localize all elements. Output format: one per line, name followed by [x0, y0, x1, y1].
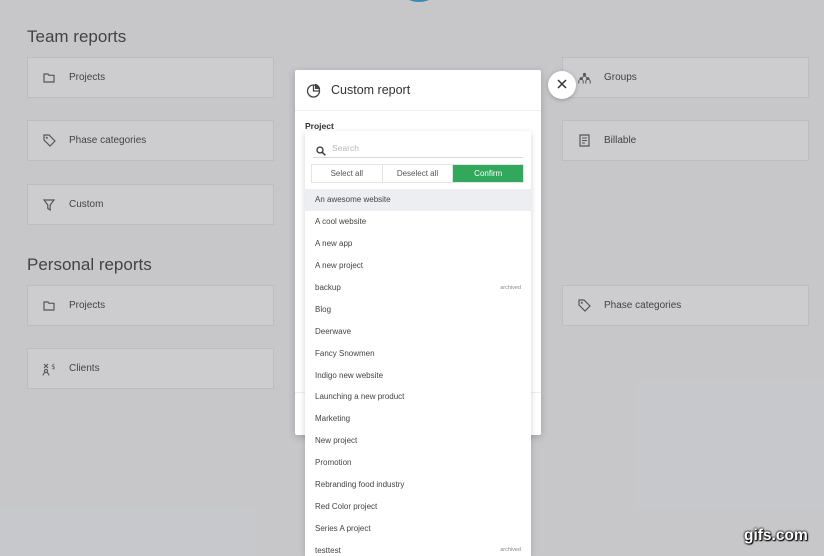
list-item[interactable]: Series A project: [305, 517, 531, 539]
selection-button-group: Select all Deselect all Confirm: [311, 164, 524, 183]
card-label: Groups: [604, 72, 637, 83]
item-label: A new app: [315, 239, 353, 249]
list-item[interactable]: backup archived: [305, 277, 531, 299]
card-label: Clients: [69, 363, 100, 374]
card-label: Projects: [69, 72, 106, 83]
list-item[interactable]: Marketing: [305, 408, 531, 430]
close-icon: [557, 76, 567, 94]
item-label: Deerwave: [315, 326, 352, 336]
tag-icon: [42, 134, 56, 148]
list-item[interactable]: testtest archived: [305, 539, 531, 556]
project-field-label: Project: [305, 121, 334, 131]
card-label: Billable: [604, 135, 637, 146]
close-modal-button[interactable]: [548, 71, 576, 99]
group-icon: [577, 71, 591, 85]
item-label: backup: [315, 283, 341, 292]
card-label: Phase categories: [604, 300, 682, 311]
search-icon: [316, 143, 326, 156]
team-card-custom[interactable]: Custom: [27, 184, 274, 225]
team-card-billable[interactable]: Billable: [562, 120, 809, 161]
folder-icon: [42, 299, 56, 313]
project-dropdown: Select all Deselect all Confirm An aweso…: [305, 131, 531, 556]
modal-header: Custom report: [295, 70, 541, 111]
list-item[interactable]: Fancy Snowmen: [305, 342, 531, 364]
list-item[interactable]: A new project: [305, 255, 531, 277]
item-label: A new project: [315, 261, 364, 271]
team-card-groups[interactable]: Groups: [562, 57, 809, 98]
item-label: Rebranding food industry: [315, 480, 405, 490]
list-item[interactable]: Deerwave: [305, 320, 531, 342]
personal-reports-title: Personal reports: [27, 255, 152, 274]
filter-icon: [42, 198, 56, 212]
list-item[interactable]: A new app: [305, 233, 531, 255]
list-item[interactable]: An awesome website: [305, 189, 531, 211]
select-all-button[interactable]: Select all: [312, 165, 382, 182]
personal-card-clients[interactable]: $ Clients: [27, 348, 274, 389]
personal-card-phase-categories[interactable]: Phase categories: [562, 285, 809, 326]
team-reports-title: Team reports: [27, 27, 127, 46]
item-label: A cool website: [315, 217, 367, 227]
item-label: New project: [315, 436, 358, 446]
personal-card-projects[interactable]: Projects: [27, 285, 274, 326]
item-label: Promotion: [315, 458, 352, 468]
folder-icon: [42, 71, 56, 85]
watermark: gifs.com: [744, 527, 808, 544]
top-loading-indicator: [404, 0, 434, 2]
item-label: Marketing: [315, 414, 351, 424]
deselect-all-button[interactable]: Deselect all: [381, 165, 454, 182]
search-input[interactable]: [332, 143, 512, 153]
list-item[interactable]: Promotion: [305, 452, 531, 474]
item-label: An awesome website: [315, 195, 391, 205]
item-label: testtest: [315, 545, 341, 555]
pie-chart-icon: [306, 83, 321, 98]
item-label: Series A project: [315, 523, 371, 533]
invoice-icon: [577, 134, 591, 148]
list-item[interactable]: Indigo new website: [305, 364, 531, 386]
clients-icon: $: [42, 362, 56, 376]
confirm-button[interactable]: Confirm: [453, 165, 524, 182]
team-card-phase-categories[interactable]: Phase categories: [27, 120, 274, 161]
archived-badge: archived: [500, 547, 521, 554]
card-label: Phase categories: [69, 135, 147, 146]
list-item[interactable]: A cool website: [305, 211, 531, 233]
item-label: Indigo new website: [315, 370, 384, 380]
list-item[interactable]: Rebranding food industry: [305, 474, 531, 496]
card-label: Projects: [69, 300, 106, 311]
item-label: Fancy Snowmen: [315, 348, 375, 358]
list-item[interactable]: Blog: [305, 298, 531, 320]
project-list: An awesome website A cool website A new …: [305, 189, 531, 556]
search-row: [313, 139, 523, 158]
list-item[interactable]: Launching a new product: [305, 386, 531, 408]
svg-text:$: $: [51, 363, 55, 371]
item-label: Blog: [315, 304, 332, 314]
list-item[interactable]: Red Color project: [305, 495, 531, 517]
archived-badge: archived: [500, 284, 521, 291]
modal-title: Custom report: [331, 83, 411, 97]
item-label: Launching a new product: [315, 392, 405, 402]
team-card-projects[interactable]: Projects: [27, 57, 274, 98]
item-label: Red Color project: [315, 501, 378, 511]
card-label: Custom: [69, 199, 104, 210]
tag-icon: [577, 299, 591, 313]
list-item[interactable]: New project: [305, 430, 531, 452]
